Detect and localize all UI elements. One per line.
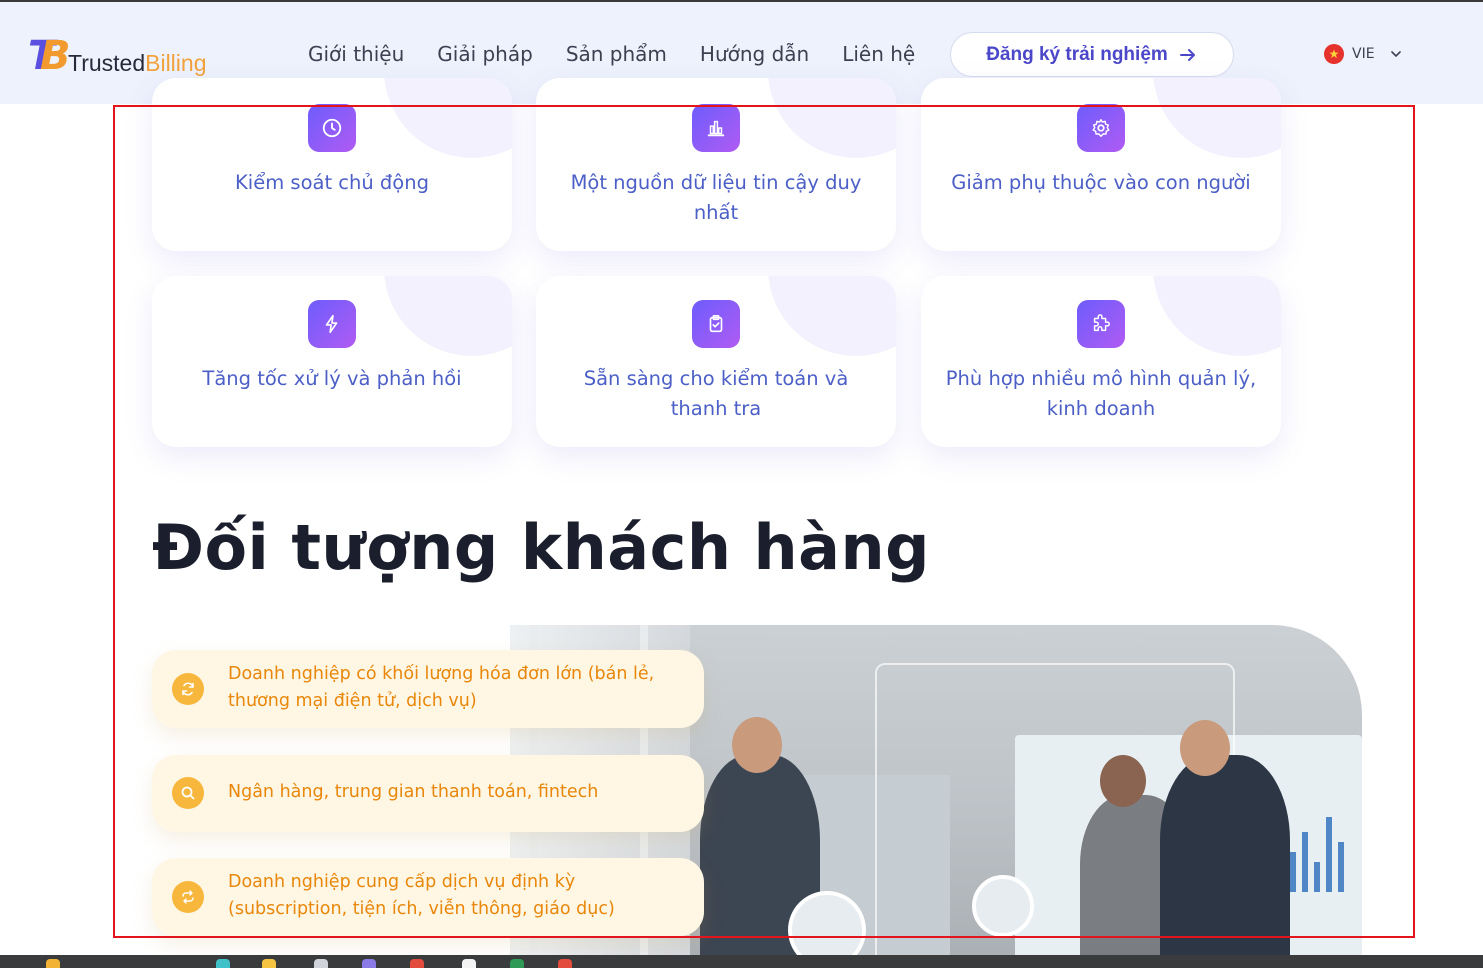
puzzle-icon: [1077, 300, 1125, 348]
vietnam-flag-icon: ★: [1324, 44, 1344, 64]
benefit-card: Sẵn sàng cho kiểm toán và thanh tra: [536, 276, 896, 447]
register-trial-button[interactable]: Đăng ký trải nghiệm: [950, 32, 1234, 77]
taskbar-item[interactable]: [462, 959, 476, 968]
benefit-card: Kiểm soát chủ động: [152, 78, 512, 251]
taskbar-item[interactable]: [510, 959, 524, 968]
gear-icon: [1077, 104, 1125, 152]
benefit-label: Kiểm soát chủ động: [235, 171, 429, 194]
nav-item-san-pham[interactable]: Sản phẩm: [566, 40, 667, 68]
benefit-label: Tăng tốc xử lý và phản hồi: [202, 367, 462, 390]
customer-item: Ngân hàng, trung gian thanh toán, fintec…: [152, 755, 704, 832]
logo-text-main: Trusted: [68, 50, 146, 76]
language-label: VIE: [1352, 46, 1375, 62]
benefit-label: Giảm phụ thuộc vào con người: [951, 171, 1251, 194]
customer-item-label: Doanh nghiệp cung cấp dịch vụ định kỳ (s…: [228, 872, 615, 919]
clock-icon: [308, 104, 356, 152]
section-title-customers: Đối tượng khách hàng: [152, 511, 931, 584]
taskbar-item[interactable]: [216, 959, 230, 968]
logo[interactable]: TB TrustedBilling: [28, 30, 207, 78]
benefit-label: Phù hợp nhiều mô hình quản lý, kinh doan…: [945, 367, 1257, 420]
search-icon: [172, 777, 204, 809]
refresh-icon: [172, 673, 204, 705]
customer-item: Doanh nghiệp cung cấp dịch vụ định kỳ (s…: [152, 858, 704, 936]
customer-item-label: Doanh nghiệp có khối lượng hóa đơn lớn (…: [228, 664, 655, 711]
main-nav: Giới thiệu Giải pháp Sản phẩm Hướng dẫn …: [308, 40, 915, 68]
benefit-label: Sẵn sàng cho kiểm toán và thanh tra: [583, 367, 849, 420]
repeat-icon: [172, 881, 204, 913]
taskbar-item[interactable]: [558, 959, 572, 968]
benefit-card: Phù hợp nhiều mô hình quản lý, kinh doan…: [921, 276, 1281, 447]
os-taskbar: [0, 955, 1483, 968]
chevron-down-icon: [1390, 51, 1401, 58]
customer-item: Doanh nghiệp có khối lượng hóa đơn lớn (…: [152, 650, 704, 728]
register-trial-label: Đăng ký trải nghiệm: [986, 43, 1168, 65]
clipboard-check-icon: [692, 300, 740, 348]
taskbar-item[interactable]: [410, 959, 424, 968]
arrow-right-icon: [1179, 48, 1195, 61]
bar-chart-icon: [692, 104, 740, 152]
benefit-card: Một nguồn dữ liệu tin cậy duy nhất: [536, 78, 896, 251]
logo-text-accent: Billing: [145, 50, 207, 76]
benefit-label: Một nguồn dữ liệu tin cậy duy nhất: [570, 171, 862, 224]
taskbar-item[interactable]: [262, 959, 276, 968]
logo-mark-icon: TB: [28, 33, 71, 79]
customer-item-label: Ngân hàng, trung gian thanh toán, fintec…: [228, 782, 599, 802]
nav-item-lien-he[interactable]: Liên hệ: [842, 40, 915, 68]
nav-item-giai-phap[interactable]: Giải pháp: [437, 40, 533, 68]
benefit-card: Tăng tốc xử lý và phản hồi: [152, 276, 512, 447]
nav-item-huong-dan[interactable]: Hướng dẫn: [700, 40, 809, 68]
logo-text: TrustedBilling: [68, 50, 207, 76]
language-selector[interactable]: ★ VIE: [1324, 44, 1403, 64]
lightning-icon: [308, 300, 356, 348]
taskbar-item[interactable]: [314, 959, 328, 968]
nav-item-gioi-thieu[interactable]: Giới thiệu: [308, 40, 404, 68]
taskbar-item[interactable]: [46, 959, 60, 968]
benefit-card: Giảm phụ thuộc vào con người: [921, 78, 1281, 251]
taskbar-item[interactable]: [362, 959, 376, 968]
